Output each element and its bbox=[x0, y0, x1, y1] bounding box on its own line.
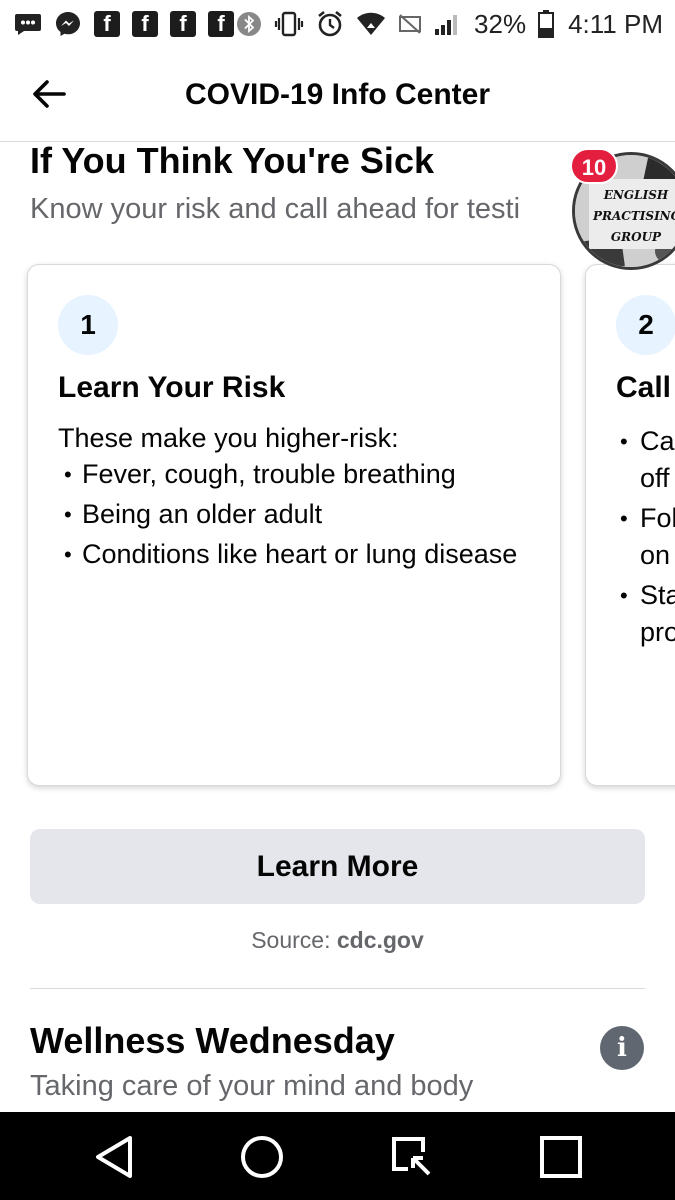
wellness-subtitle: Taking care of your mind and body bbox=[30, 1070, 474, 1102]
battery-icon bbox=[538, 10, 555, 38]
nav-square-button[interactable] bbox=[536, 1132, 586, 1182]
no-data-icon bbox=[398, 13, 422, 35]
battery-percent: 32% bbox=[474, 8, 527, 39]
app-bar: COVID-19 Info Center bbox=[0, 48, 675, 142]
circle-home-icon bbox=[241, 1136, 283, 1178]
section-subtitle: Know your risk and call ahead for testi bbox=[30, 193, 521, 225]
step-bullet-list: Ca off Fol on Sta pro bbox=[616, 423, 675, 654]
nav-recents-button[interactable] bbox=[387, 1132, 437, 1182]
system-nav-bar bbox=[0, 1112, 675, 1200]
list-item: Being an older adult bbox=[64, 496, 534, 533]
step-bullet-list: Fever, cough, trouble breathing Being an… bbox=[64, 456, 534, 576]
wellness-title: Wellness Wednesday bbox=[30, 1020, 395, 1061]
step-number: 1 bbox=[58, 295, 118, 355]
chat-head-label: ENGLISH PRACTISING GROUP bbox=[593, 188, 675, 244]
facebook-icon: f bbox=[170, 11, 196, 37]
sms-icon bbox=[14, 12, 42, 36]
page-title: COVID-19 Info Center bbox=[184, 78, 491, 111]
notification-badge: 10 bbox=[570, 148, 618, 184]
learn-more-button[interactable]: Learn More bbox=[30, 829, 645, 904]
vibrate-icon bbox=[274, 11, 304, 37]
status-left-icons: f f f f bbox=[14, 10, 234, 38]
step-title: Call bbox=[616, 371, 672, 404]
facebook-icon: f bbox=[132, 11, 158, 37]
source-prefix: Source: bbox=[251, 927, 337, 953]
messenger-icon bbox=[54, 10, 82, 38]
nav-home-button[interactable] bbox=[237, 1132, 287, 1182]
facebook-icon: f bbox=[208, 11, 234, 37]
list-item: Fever, cough, trouble breathing bbox=[64, 456, 534, 493]
step-card[interactable]: 2 Call Ca off Fol on Sta pro bbox=[585, 264, 675, 786]
list-item: Conditions like heart or lung disease bbox=[64, 536, 534, 573]
list-item: Sta pro bbox=[616, 577, 675, 651]
step-card[interactable]: 1 Learn Your Risk These make you higher-… bbox=[27, 264, 561, 786]
recents-icon bbox=[392, 1137, 431, 1176]
status-right-icons: 32% 4:11 PM bbox=[236, 9, 663, 40]
list-item: Fol on bbox=[616, 500, 675, 574]
signal-icon bbox=[434, 11, 462, 37]
step-title: Learn Your Risk bbox=[58, 371, 286, 404]
bluetooth-icon bbox=[236, 11, 262, 37]
facebook-icon: f bbox=[94, 11, 120, 37]
status-bar: f f f f 32% 4:11 PM bbox=[0, 0, 675, 48]
source-line: Source: cdc.gov bbox=[0, 927, 675, 954]
step-number: 2 bbox=[616, 295, 675, 355]
nav-back-button[interactable] bbox=[90, 1132, 140, 1182]
wifi-icon bbox=[356, 12, 386, 36]
alarm-icon bbox=[316, 10, 344, 38]
divider bbox=[30, 988, 645, 989]
list-item: Ca off bbox=[616, 423, 675, 497]
square-icon bbox=[540, 1136, 582, 1178]
section-title: If You Think You're Sick bbox=[30, 140, 434, 181]
clock: 4:11 PM bbox=[568, 8, 663, 39]
step-intro: These make you higher-risk: bbox=[58, 423, 399, 453]
triangle-back-icon bbox=[96, 1136, 132, 1178]
source-link[interactable]: cdc.gov bbox=[337, 927, 424, 953]
info-icon[interactable]: i bbox=[600, 1026, 644, 1070]
